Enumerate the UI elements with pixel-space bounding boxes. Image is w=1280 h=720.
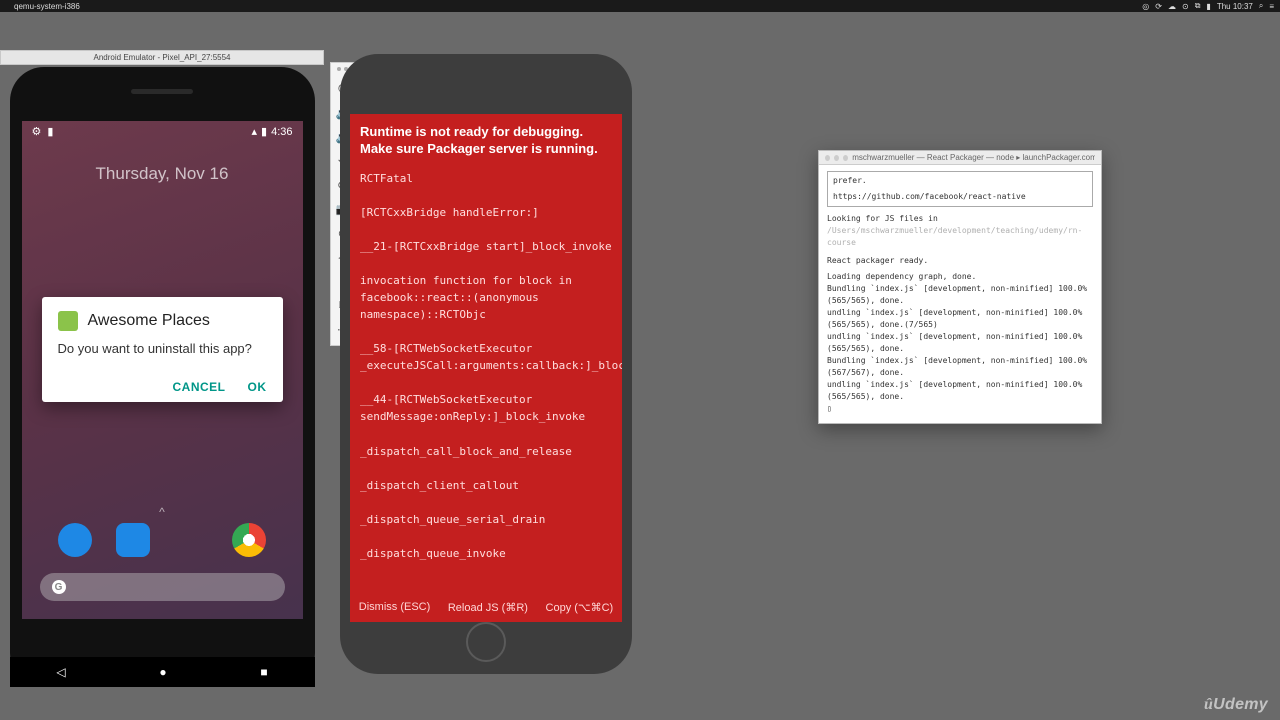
- error-footer: Dismiss (ESC) Reload JS (⌘R) Copy (⌥⌘C): [350, 601, 622, 614]
- chrome-app-icon[interactable]: [232, 523, 266, 557]
- terminal-line: Looking for JS files in: [827, 213, 1093, 225]
- nav-home-button[interactable]: ●: [159, 665, 166, 679]
- terminal-line: Loading dependency graph, done.: [827, 271, 1093, 283]
- menubar-battery-icon: ▮: [1206, 2, 1210, 11]
- copy-button[interactable]: Copy (⌥⌘C): [546, 601, 614, 614]
- app-dock: [22, 523, 303, 557]
- close-icon[interactable]: [337, 67, 341, 71]
- terminal-line: undling `index.js` [development, non-min…: [827, 331, 1093, 355]
- battery-icon: ▮: [47, 125, 53, 138]
- error-title: Runtime is not ready for debugging. Make…: [360, 124, 612, 158]
- phone-app-icon[interactable]: [58, 523, 92, 557]
- terminal-line: undling `index.js` [development, non-min…: [827, 379, 1093, 403]
- terminal-line: React packager ready.: [827, 255, 1093, 267]
- terminal-url: https://github.com/facebook/react-native: [833, 191, 1087, 203]
- android-screen: ⚙ ▮ ▴ ▮ 4:36 Thursday, Nov 16 Awesome Pl…: [22, 121, 303, 619]
- terminal-cursor: ▯: [827, 403, 1093, 415]
- android-device-frame: ⚙ ▮ ▴ ▮ 4:36 Thursday, Nov 16 Awesome Pl…: [10, 67, 315, 687]
- menubar-search-icon[interactable]: ⌕: [1259, 1, 1263, 11]
- menubar-notification-icon[interactable]: ≡: [1269, 2, 1274, 11]
- terminal-window: mschwarzmueller — React Packager — node …: [818, 150, 1102, 424]
- ok-button[interactable]: OK: [248, 380, 267, 394]
- app-icon: [58, 311, 78, 331]
- menubar-status-icon: ⊙: [1182, 2, 1189, 11]
- terminal-line: Bundling `index.js` [development, non-mi…: [827, 283, 1093, 307]
- ios-home-button[interactable]: [466, 622, 506, 662]
- zoom-icon[interactable]: [843, 155, 848, 161]
- ios-device-frame: Runtime is not ready for debugging. Make…: [340, 54, 632, 674]
- lockscreen-date: Thursday, Nov 16: [22, 164, 303, 184]
- uninstall-dialog: Awesome Places Do you want to uninstall …: [42, 297, 283, 402]
- close-icon[interactable]: [825, 155, 830, 161]
- status-time: 4:36: [271, 126, 292, 138]
- menubar-status-icon: ⟳: [1155, 2, 1162, 11]
- nav-recent-button[interactable]: ■: [260, 665, 267, 679]
- menubar-app-name: qemu-system-i386: [14, 2, 80, 11]
- android-status-bar: ⚙ ▮ ▴ ▮ 4:36: [22, 121, 303, 142]
- android-emulator-window: Android Emulator - Pixel_API_27:5554 ⚙ ▮…: [0, 50, 324, 687]
- google-search-bar[interactable]: G: [40, 573, 285, 601]
- settings-icon: ⚙: [32, 125, 42, 138]
- dialog-message: Do you want to uninstall this app?: [58, 341, 267, 356]
- terminal-body: prefer. https://github.com/facebook/reac…: [819, 165, 1101, 423]
- terminal-line: undling `index.js` [development, non-min…: [827, 307, 1093, 331]
- menubar-status-icon: ☁: [1168, 2, 1176, 11]
- dismiss-button[interactable]: Dismiss (ESC): [359, 601, 431, 614]
- cancel-button[interactable]: CANCEL: [173, 380, 226, 394]
- terminal-path: /Users/mschwarzmueller/development/teach…: [827, 225, 1093, 249]
- battery-icon: ▮: [261, 125, 267, 138]
- macos-menubar: qemu-system-i386 ◎ ⟳ ☁ ⊙ ⧉ ▮ Thu 10:37 ⌕…: [0, 0, 1280, 12]
- menubar-wifi-icon: ⧉: [1195, 1, 1201, 11]
- menubar-time: Thu 10:37: [1217, 2, 1253, 11]
- chevron-up-icon[interactable]: ^: [159, 505, 165, 519]
- terminal-titlebar: mschwarzmueller — React Packager — node …: [819, 151, 1101, 165]
- speaker-slot: [131, 89, 193, 94]
- android-nav-bar: ◁ ● ■: [10, 657, 315, 687]
- react-native-error-screen: Runtime is not ready for debugging. Make…: [350, 114, 622, 622]
- signal-icon: ▴: [251, 125, 257, 138]
- terminal-line: prefer.: [833, 175, 1087, 187]
- terminal-line: Bundling `index.js` [development, non-mi…: [827, 355, 1093, 379]
- reload-js-button[interactable]: Reload JS (⌘R): [448, 601, 528, 614]
- emulator-titlebar: Android Emulator - Pixel_API_27:5554: [0, 50, 324, 65]
- messages-app-icon[interactable]: [116, 523, 150, 557]
- minimize-icon[interactable]: [834, 155, 839, 161]
- nav-back-button[interactable]: ◁: [56, 665, 65, 679]
- menubar-status-icon: ◎: [1142, 2, 1149, 11]
- dialog-title: Awesome Places: [88, 312, 210, 330]
- google-g-icon: G: [52, 580, 66, 594]
- udemy-watermark: ûUdemy: [1204, 696, 1268, 714]
- error-stack-trace: RCTFatal [RCTCxxBridge handleError:] __2…: [360, 170, 612, 562]
- terminal-title: mschwarzmueller — React Packager — node …: [852, 153, 1095, 162]
